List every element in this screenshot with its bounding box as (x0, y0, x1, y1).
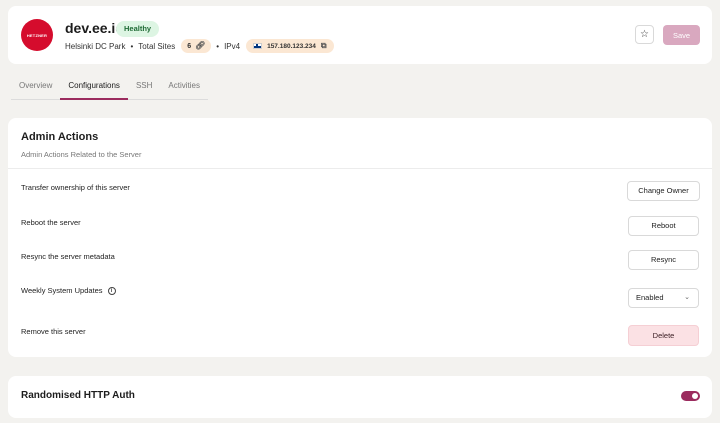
tab-activities[interactable]: Activities (160, 76, 208, 100)
delete-server-button[interactable]: Delete (628, 325, 699, 346)
server-meta-row: Helsinki DC Park • Total Sites 6 🔗︎ • IP… (65, 39, 334, 53)
http-auth-toggle[interactable] (681, 391, 700, 401)
sites-count: 6 (187, 42, 192, 50)
ip-address: 157.180.123.234 (267, 42, 316, 50)
save-button[interactable]: Save (663, 25, 700, 45)
favorite-star-button[interactable]: ☆ (635, 25, 654, 44)
provider-logo: HETZNER (21, 19, 53, 51)
reboot-label: Reboot the server (21, 218, 81, 227)
copy-icon[interactable]: ⧉ (321, 42, 327, 50)
toggle-knob (692, 393, 698, 399)
chevron-down-icon: ⌄ (684, 294, 690, 301)
ip-address-badge[interactable]: 157.180.123.234 ⧉ (246, 39, 334, 53)
transfer-ownership-label: Transfer ownership of this server (21, 183, 130, 192)
server-header-card: HETZNER dev.ee.io Healthy Helsinki DC Pa… (8, 6, 712, 64)
http-auth-card: Randomised HTTP Auth (8, 376, 712, 418)
separator-dot: • (130, 41, 134, 51)
weekly-updates-select[interactable]: Enabled ⌄ (628, 288, 699, 308)
http-auth-title: Randomised HTTP Auth (21, 390, 135, 401)
link-icon: 🔗︎ (195, 41, 206, 50)
sites-count-badge[interactable]: 6 🔗︎ (181, 39, 212, 53)
change-owner-button[interactable]: Change Owner (627, 181, 700, 201)
resync-button[interactable]: Resync (628, 250, 699, 270)
tab-ssh[interactable]: SSH (127, 76, 161, 100)
status-badge: Healthy (116, 21, 160, 37)
tab-overview[interactable]: Overview (11, 76, 61, 100)
weekly-updates-label: Weekly System Updates (21, 286, 103, 295)
admin-actions-title: Admin Actions (21, 131, 99, 143)
admin-actions-subtitle: Admin Actions Related to the Server (21, 150, 142, 159)
ip-type: IPv4 (224, 41, 241, 51)
server-tabs: Overview Configurations SSH Activities (11, 76, 208, 100)
reboot-button[interactable]: Reboot (628, 216, 699, 236)
weekly-updates-value: Enabled (636, 293, 664, 302)
admin-actions-card: Admin Actions Admin Actions Related to t… (8, 118, 712, 357)
total-sites-label: Total Sites (138, 41, 176, 51)
remove-server-label: Remove this server (21, 327, 86, 336)
star-icon: ☆ (640, 29, 649, 40)
finland-flag-icon (253, 43, 263, 49)
separator-dot: • (216, 41, 220, 51)
server-location: Helsinki DC Park (65, 41, 126, 51)
divider (8, 168, 712, 169)
info-icon[interactable]: i (107, 287, 116, 296)
weekly-updates-label-row: Weekly System Updates i (21, 286, 116, 296)
resync-label: Resync the server metadata (21, 252, 115, 261)
tab-configurations[interactable]: Configurations (60, 76, 128, 100)
